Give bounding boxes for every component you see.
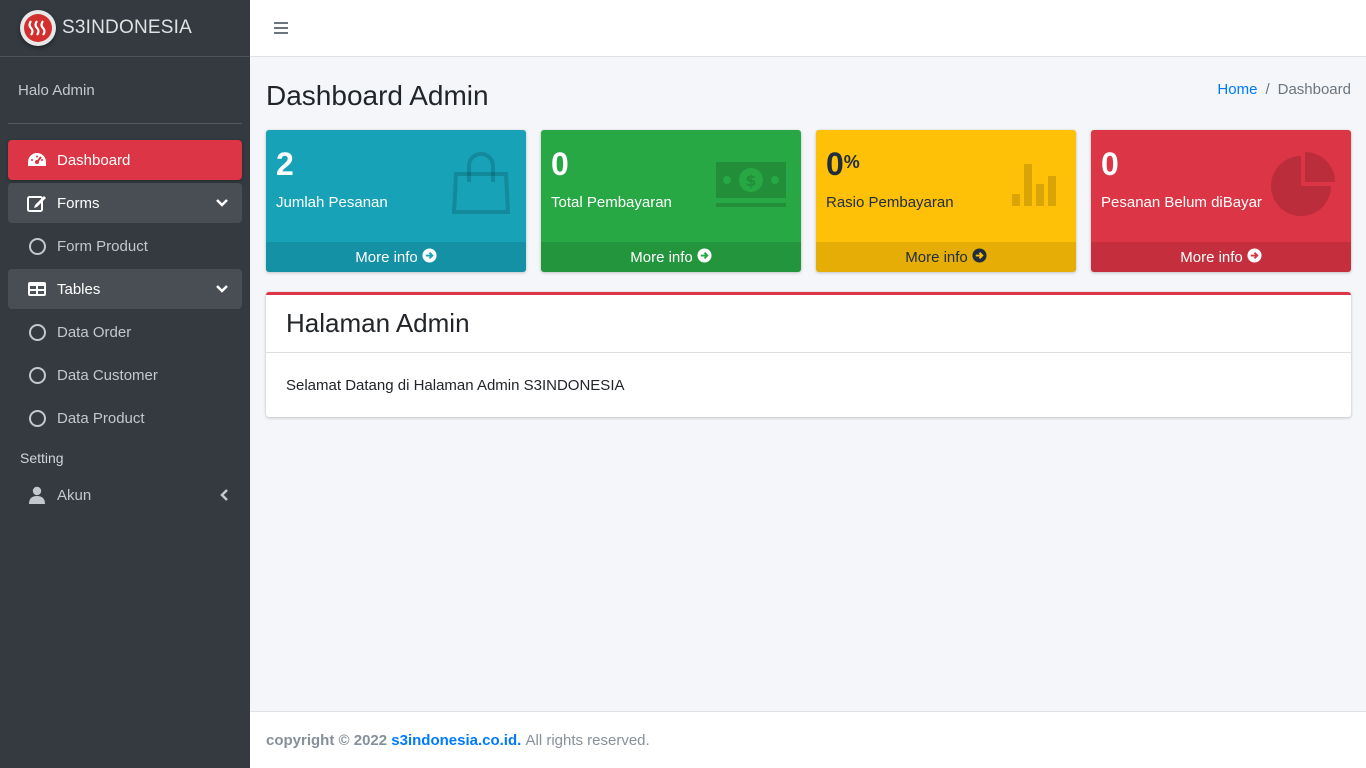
footer-site-link[interactable]: s3indonesia.co.id.: [391, 732, 521, 749]
arrow-circle-right-icon: [697, 247, 712, 267]
sidebar-item-data-order[interactable]: Data Order: [8, 312, 242, 352]
chevron-left-icon: [220, 489, 228, 501]
sidebar-item-tables[interactable]: Tables: [8, 269, 242, 309]
more-info-link[interactable]: More info: [816, 242, 1076, 272]
more-info-label: More info: [630, 248, 693, 266]
stat-value: 0: [826, 146, 844, 182]
stat-box-rasio-pembayaran: 0% Rasio Pembayaran More info: [816, 130, 1076, 272]
more-info-label: More info: [905, 248, 968, 266]
money-bill-icon: $: [715, 160, 787, 215]
sidebar-item-label: Akun: [57, 486, 92, 504]
bar-chart-icon: [1010, 160, 1062, 213]
user-greeting: Halo Admin: [18, 81, 95, 99]
sidebar-item-dashboard[interactable]: Dashboard: [8, 140, 242, 180]
breadcrumb-home[interactable]: Home: [1217, 81, 1257, 98]
stat-value: 0: [1101, 146, 1119, 182]
sidebar-item-data-product[interactable]: Data Product: [8, 398, 242, 438]
card-body: Selamat Datang di Halaman Admin S3INDONE…: [266, 353, 1351, 417]
content-wrapper: Dashboard Admin Home / Dashboard 2 Jumla…: [250, 57, 1366, 711]
sidebar-item-data-customer[interactable]: Data Customer: [8, 355, 242, 395]
s3-logo-icon: [20, 10, 56, 46]
more-info-link[interactable]: More info: [266, 242, 526, 272]
user-icon: [26, 486, 48, 504]
breadcrumb-separator: /: [1265, 81, 1270, 98]
more-info-link[interactable]: More info: [1091, 242, 1351, 272]
circle-icon: [26, 366, 48, 384]
stat-box-pesanan-belum-dibayar: 0 Pesanan Belum diBayar More info: [1091, 130, 1351, 272]
sidebar-item-forms[interactable]: Forms: [8, 183, 242, 223]
top-navbar: [250, 0, 1366, 57]
arrow-circle-right-icon: [422, 247, 437, 267]
circle-icon: [26, 409, 48, 427]
user-panel[interactable]: Halo Admin: [8, 57, 242, 124]
stat-value: 0: [551, 146, 569, 182]
stat-boxes: 2 Jumlah Pesanan More info 0 Total Pemba…: [266, 130, 1351, 272]
more-info-label: More info: [355, 248, 418, 266]
nav-header-setting: Setting: [20, 450, 64, 466]
main-footer: copyright © 2022 s3indonesia.co.id. All …: [250, 711, 1366, 768]
arrow-circle-right-icon: [972, 247, 987, 267]
more-info-link[interactable]: More info: [541, 242, 801, 272]
svg-text:$: $: [745, 171, 756, 190]
rights-text: All rights reserved.: [525, 731, 650, 749]
menu-toggle-icon[interactable]: [274, 22, 288, 34]
sidebar-item-form-product[interactable]: Form Product: [8, 226, 242, 266]
brand-text: S3INDONESIA: [62, 17, 192, 38]
welcome-text: Selamat Datang di Halaman Admin S3INDONE…: [286, 376, 625, 394]
sidebar-item-label: Form Product: [57, 237, 148, 255]
circle-icon: [26, 323, 48, 341]
tachometer-icon: [26, 151, 48, 169]
arrow-circle-right-icon: [1247, 247, 1262, 267]
stat-value: 2: [276, 146, 294, 182]
sidebar-item-label: Forms: [57, 194, 100, 212]
sidebar-item-label: Data Order: [57, 323, 132, 341]
content-header: Dashboard Admin Home / Dashboard: [266, 57, 1351, 130]
breadcrumb: Home / Dashboard: [1217, 81, 1351, 98]
pie-chart-icon: [1271, 152, 1335, 221]
sidebar-item-akun[interactable]: Akun: [8, 475, 242, 515]
brand-link[interactable]: S3INDONESIA: [0, 0, 250, 57]
stat-box-jumlah-pesanan: 2 Jumlah Pesanan More info: [266, 130, 526, 272]
chevron-down-icon: [216, 199, 228, 207]
stat-box-total-pembayaran: 0 Total Pembayaran $ More info: [541, 130, 801, 272]
sidebar-item-label: Dashboard: [57, 151, 131, 169]
stat-suffix: %: [843, 152, 860, 172]
card-header: Halaman Admin: [266, 295, 1351, 353]
edit-icon: [26, 194, 48, 212]
sidebar-item-label: Tables: [57, 280, 101, 298]
table-icon: [26, 281, 48, 297]
chevron-down-icon: [216, 285, 228, 293]
copyright-text: copyright © 2022: [266, 731, 388, 749]
sidebar-nav: Dashboard Forms Form Product Tables Data…: [0, 124, 250, 515]
page-title: Dashboard Admin: [266, 79, 489, 111]
admin-card: Halaman Admin Selamat Datang di Halaman …: [266, 292, 1351, 417]
card-title: Halaman Admin: [286, 308, 470, 338]
sidebar-item-label: Data Customer: [57, 366, 158, 384]
main-sidebar: S3INDONESIA Halo Admin Dashboard Forms F…: [0, 0, 250, 768]
more-info-label: More info: [1180, 248, 1243, 266]
breadcrumb-current: Dashboard: [1277, 81, 1351, 98]
shopping-bag-icon: [450, 152, 512, 221]
circle-icon: [26, 237, 48, 255]
sidebar-item-label: Data Product: [57, 409, 145, 427]
